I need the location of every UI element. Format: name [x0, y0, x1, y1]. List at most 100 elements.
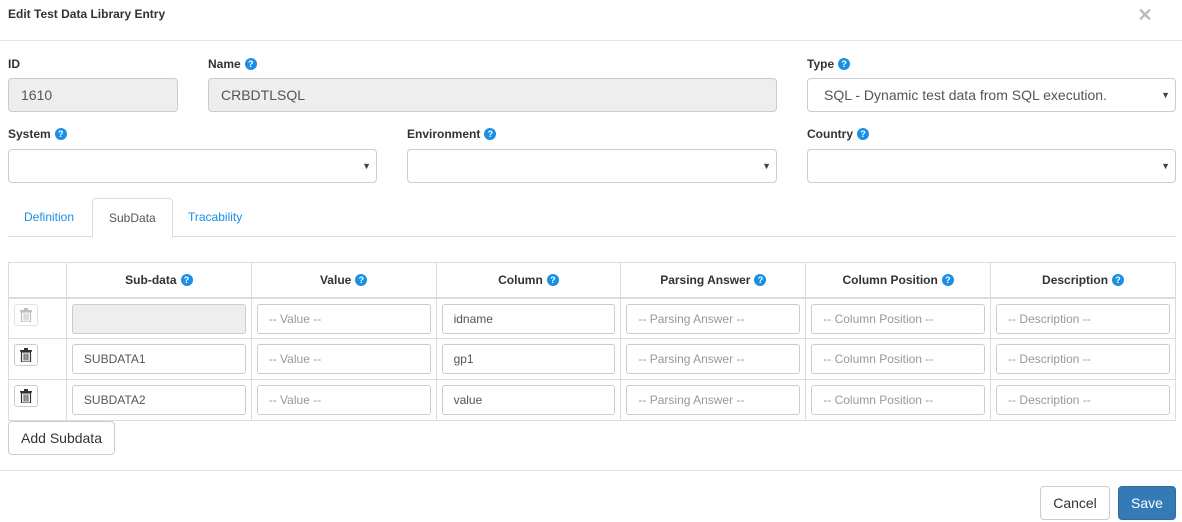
id-field[interactable]: 1610 [8, 78, 178, 112]
actions-cell [8, 338, 67, 380]
subdata-input[interactable]: SUBDATA1 [71, 344, 246, 374]
chevron-down-icon: ▼ [362, 161, 371, 171]
header-label: Column Position [842, 272, 938, 287]
description-cell: -- Description -- [990, 379, 1176, 421]
column-position-input[interactable]: -- Column Position -- [811, 385, 986, 415]
header-parsing-answer: Parsing Answer? [620, 262, 807, 299]
tab-tracability[interactable]: Tracability [172, 198, 258, 237]
column-input[interactable]: gp1 [441, 344, 616, 374]
column-position-cell: -- Column Position -- [805, 297, 992, 339]
help-icon[interactable]: ? [180, 273, 193, 286]
column-position-input[interactable]: -- Column Position -- [811, 344, 986, 374]
close-icon[interactable]: ✕ [1136, 5, 1154, 25]
cancel-button[interactable]: Cancel [1040, 486, 1110, 520]
country-label: Country? [807, 127, 869, 141]
parsing-answer-input[interactable]: -- Parsing Answer -- [626, 344, 801, 374]
column-position-cell: -- Column Position -- [805, 338, 992, 380]
table-header-row: Sub-data? Value? Column? Parsing Answer?… [8, 262, 1176, 299]
name-label: Name? [208, 57, 257, 71]
system-select[interactable]: ▼ [8, 149, 377, 183]
description-input[interactable]: -- Description -- [996, 303, 1170, 334]
help-icon[interactable]: ? [244, 58, 257, 70]
value-input[interactable]: -- Value -- [256, 385, 431, 415]
system-label-text: System [8, 127, 51, 141]
help-icon[interactable]: ? [546, 273, 559, 286]
column-cell: value [435, 379, 622, 421]
subdata-input[interactable] [71, 303, 246, 334]
tab-subdata[interactable]: SubData [92, 198, 173, 238]
type-select-value: SQL - Dynamic test data from SQL executi… [824, 87, 1107, 103]
help-icon[interactable]: ? [1112, 273, 1125, 286]
country-select[interactable]: ▼ [807, 149, 1176, 183]
table-row: SUBDATA2 -- Value -- value -- Parsing Answe… [8, 379, 1176, 421]
value-cell: -- Value -- [250, 379, 437, 421]
header-label: Sub-data [125, 272, 177, 287]
trash-icon [20, 348, 32, 362]
column-input[interactable]: value [441, 385, 616, 415]
column-position-cell: -- Column Position -- [805, 379, 992, 421]
id-label-text: ID [8, 57, 20, 71]
add-subdata-button[interactable]: Add Subdata [8, 421, 115, 455]
subdata-input[interactable]: SUBDATA2 [71, 385, 246, 415]
trash-icon [20, 389, 32, 403]
help-icon[interactable]: ? [838, 58, 851, 70]
modal-header: Edit Test Data Library Entry ✕ [0, 0, 1182, 41]
name-field[interactable]: CRBDTLSQL [208, 78, 777, 112]
table-row: -- Value -- idname -- Parsing Answer -- -- … [8, 297, 1176, 339]
header-column-position: Column Position? [805, 262, 992, 299]
value-cell: -- Value -- [250, 338, 437, 380]
delete-row-button[interactable] [14, 303, 38, 326]
chevron-down-icon: ▼ [1161, 161, 1170, 171]
chevron-down-icon: ▼ [762, 161, 771, 171]
actions-cell [8, 379, 67, 421]
trash-icon [20, 307, 32, 322]
parsing-answer-cell: -- Parsing Answer -- [620, 379, 807, 421]
modal-title: Edit Test Data Library Entry [8, 7, 166, 21]
type-label-text: Type [807, 57, 835, 71]
header-description: Description? [990, 262, 1176, 299]
header-actions [8, 262, 67, 299]
header-column: Column? [435, 262, 622, 299]
actions-cell [8, 297, 67, 339]
description-input[interactable]: -- Description -- [996, 344, 1170, 374]
column-input[interactable]: idname [441, 303, 616, 334]
type-label: Type? [807, 57, 851, 71]
header-label: Description [1042, 272, 1109, 287]
environment-label: Environment? [407, 127, 497, 141]
subdata-cell: SUBDATA2 [65, 379, 252, 421]
type-select[interactable]: SQL - Dynamic test data from SQL executi… [807, 78, 1176, 112]
tab-bar: Definition SubData Tracability [8, 198, 1176, 238]
help-icon[interactable]: ? [941, 273, 954, 286]
column-position-input[interactable]: -- Column Position -- [811, 303, 986, 334]
name-label-text: Name [208, 57, 241, 71]
help-icon[interactable]: ? [355, 273, 368, 286]
delete-row-button[interactable] [14, 344, 38, 366]
table-row: SUBDATA1 -- Value -- gp1 -- Parsing Answer … [8, 338, 1176, 380]
country-label-text: Country [807, 127, 853, 141]
parsing-answer-input[interactable]: -- Parsing Answer -- [626, 385, 801, 415]
subdata-cell: SUBDATA1 [65, 338, 252, 380]
save-button[interactable]: Save [1118, 486, 1176, 520]
help-icon[interactable]: ? [54, 128, 67, 140]
help-icon[interactable]: ? [484, 128, 497, 140]
delete-row-button[interactable] [14, 385, 38, 407]
chevron-down-icon: ▼ [1161, 90, 1170, 100]
column-cell: gp1 [435, 338, 622, 380]
parsing-answer-input[interactable]: -- Parsing Answer -- [626, 303, 801, 334]
value-input[interactable]: -- Value -- [256, 344, 431, 374]
environment-select[interactable]: ▼ [407, 149, 777, 183]
help-icon[interactable]: ? [857, 128, 869, 140]
header-label: Column [498, 272, 543, 287]
value-input[interactable]: -- Value -- [256, 303, 431, 334]
subdata-cell [65, 297, 252, 339]
tab-definition[interactable]: Definition [8, 198, 90, 237]
description-input[interactable]: -- Description -- [996, 385, 1170, 415]
header-label: Parsing Answer [660, 272, 751, 287]
value-cell: -- Value -- [250, 297, 437, 339]
subdata-table: Sub-data? Value? Column? Parsing Answer?… [8, 262, 1176, 421]
parsing-answer-cell: -- Parsing Answer -- [620, 338, 807, 380]
help-icon[interactable]: ? [754, 273, 767, 286]
footer-divider [0, 470, 1182, 471]
column-cell: idname [435, 297, 622, 339]
id-label: ID [8, 57, 20, 71]
